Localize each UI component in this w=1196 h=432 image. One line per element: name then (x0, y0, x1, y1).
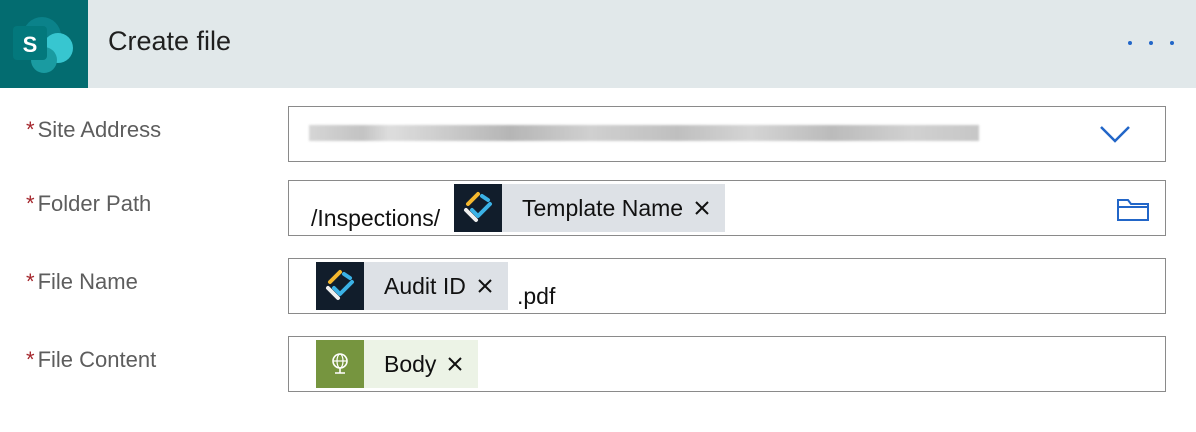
redacted-site-address-value (309, 125, 979, 141)
folder-path-prefix: /Inspections/ (311, 205, 441, 231)
action-header[interactable]: S Create file (0, 0, 1196, 88)
site-address-label: * Site Address (26, 117, 161, 143)
site-address-label-text: Site Address (37, 117, 162, 142)
folder-path-input[interactable]: /Inspections/ Template Name (288, 180, 1166, 236)
close-icon (448, 357, 463, 371)
ellipsis-dot (1149, 41, 1153, 45)
body-token[interactable]: Body (316, 340, 479, 388)
audit-id-token[interactable]: Audit ID (316, 262, 508, 310)
safetyculture-icon (454, 184, 502, 232)
site-address-dropdown[interactable] (288, 106, 1166, 162)
more-options-button[interactable] (1128, 28, 1174, 58)
chevron-down-icon[interactable] (1097, 121, 1133, 147)
file-content-label-text: File Content (37, 347, 157, 372)
remove-token-button[interactable] (693, 199, 711, 217)
ellipsis-dot (1170, 41, 1174, 45)
required-marker: * (26, 269, 35, 294)
file-name-suffix: .pdf (517, 283, 556, 309)
close-icon (695, 201, 709, 215)
remove-token-button[interactable] (446, 355, 464, 373)
http-request-icon (316, 340, 364, 388)
required-marker: * (26, 347, 35, 372)
template-name-token-label: Template Name (522, 194, 684, 221)
action-title: Create file (108, 26, 232, 56)
file-content-input[interactable]: Body (288, 336, 1166, 392)
safetyculture-icon (316, 262, 364, 310)
folder-icon[interactable] (1115, 195, 1151, 223)
logo-letter: S (23, 32, 38, 57)
body-token-label: Body (384, 350, 437, 377)
required-marker: * (26, 191, 35, 216)
close-icon (478, 279, 492, 293)
file-content-label: * File Content (26, 347, 156, 373)
audit-id-token-label: Audit ID (384, 272, 466, 299)
folder-path-label: * Folder Path (26, 191, 151, 217)
file-name-label-text: File Name (37, 269, 138, 294)
file-name-label: * File Name (26, 269, 138, 295)
remove-token-button[interactable] (476, 277, 494, 295)
folder-path-label-text: Folder Path (37, 191, 152, 216)
file-name-input[interactable]: Audit ID .pdf (288, 258, 1166, 314)
ellipsis-dot (1128, 41, 1132, 45)
sharepoint-icon: S (13, 17, 73, 73)
sharepoint-logo: S (0, 0, 88, 88)
required-marker: * (26, 117, 35, 142)
template-name-token[interactable]: Template Name (454, 184, 726, 232)
